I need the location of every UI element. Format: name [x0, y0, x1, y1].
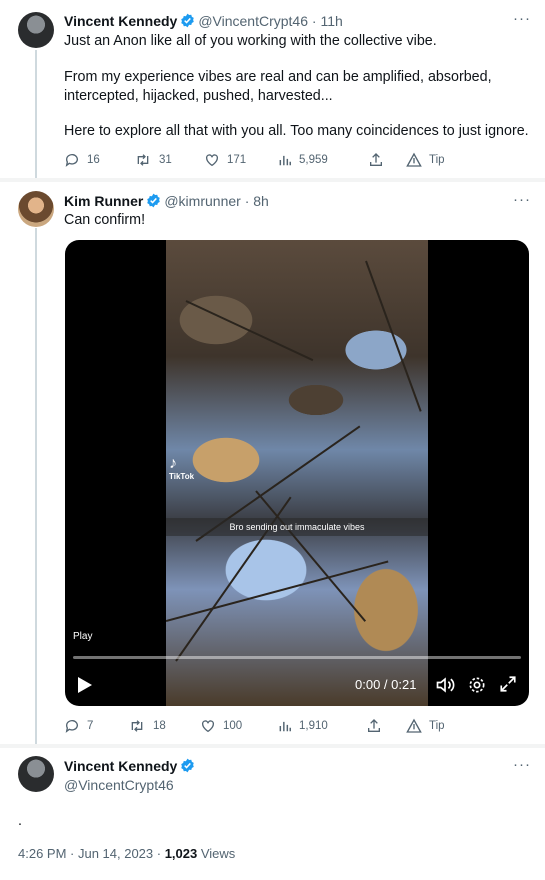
like-button[interactable]: 171 — [204, 152, 246, 168]
author-name[interactable]: Vincent Kennedy — [64, 13, 177, 29]
tweet-header: Kim Runner @kimrunner · 8h — [64, 192, 269, 210]
avatar[interactable] — [18, 756, 54, 792]
tip-button[interactable]: Tip — [406, 152, 445, 168]
reply-count: 16 — [87, 154, 100, 166]
reply-button[interactable]: 16 — [64, 152, 100, 168]
separator-dot: · — [311, 13, 317, 29]
video-caption: Bro sending out immaculate vibes — [166, 518, 428, 536]
retweet-count: 31 — [159, 154, 172, 166]
tweet-time[interactable]: 8h — [253, 193, 269, 209]
tweet-text-line: Just an Anon like all of you working wit… — [64, 33, 437, 49]
play-label: Play — [73, 631, 93, 642]
thread-line — [35, 228, 37, 744]
analytics-icon — [279, 721, 291, 732]
like-count: 171 — [227, 154, 247, 166]
video-progress-bar[interactable] — [73, 656, 521, 659]
tip-icon — [406, 152, 422, 167]
like-count: 100 — [223, 720, 243, 732]
reply-icon — [65, 720, 78, 733]
reply-button[interactable]: 7 — [64, 718, 93, 734]
more-options-icon[interactable]: ··· — [513, 756, 531, 773]
tip-label: Tip — [429, 720, 445, 732]
video-timecode: 0:00 / 0:21 — [355, 677, 417, 692]
tweet-meta: 4:26 PM · Jun 14, 2023 · 1,023 Views — [18, 846, 235, 861]
video-player[interactable]: ♪ TikTok Bro sending out immaculate vibe… — [65, 240, 529, 706]
thread-line — [35, 50, 37, 178]
tiktok-logo-icon: ♪ — [169, 455, 177, 472]
tweet-text-line: Here to explore all that with you all. T… — [64, 123, 529, 139]
author-name[interactable]: Kim Runner — [64, 193, 143, 209]
tip-button[interactable]: Tip — [406, 718, 445, 734]
reply-count: 7 — [87, 720, 94, 732]
tweet-text-line: From my experience vibes are real and ca… — [64, 69, 492, 85]
heart-icon — [202, 720, 214, 733]
video-frame[interactable] — [166, 240, 428, 706]
analytics-icon — [279, 155, 291, 166]
retweet-icon — [137, 154, 149, 166]
views-button[interactable]: 5,959 — [278, 152, 328, 168]
share-icon — [370, 153, 382, 166]
reply-icon — [65, 154, 78, 167]
author-handle[interactable]: @kimrunner — [164, 193, 240, 209]
verified-badge-icon — [181, 758, 195, 773]
author-name[interactable]: Vincent Kennedy — [64, 758, 177, 774]
tweet-header: Vincent Kennedy — [64, 757, 198, 775]
tip-icon — [406, 718, 422, 733]
retweet-count: 18 — [153, 720, 166, 732]
avatar[interactable] — [18, 191, 54, 227]
share-button[interactable] — [366, 718, 382, 734]
settings-gear-icon[interactable] — [467, 675, 487, 695]
tweet-text-line: intercepted, hijacked, pushed, harvested… — [64, 88, 333, 104]
more-options-icon[interactable]: ··· — [513, 10, 531, 27]
views-count: 1,023 — [164, 846, 198, 861]
tweet-3-focused[interactable]: Vincent Kennedy @VincentCrypt46 ··· . 4:… — [0, 748, 545, 880]
verified-badge-icon — [181, 13, 195, 28]
tweet-text: Can confirm! — [64, 212, 146, 228]
volume-icon[interactable] — [435, 675, 455, 695]
tweet-text: . — [18, 813, 22, 829]
more-options-icon[interactable]: ··· — [513, 191, 531, 208]
views-label: Views — [197, 846, 236, 861]
tweet-time[interactable]: 11h — [320, 13, 342, 29]
share-button[interactable] — [368, 152, 384, 168]
views-button[interactable]: 1,910 — [278, 718, 328, 734]
play-icon[interactable] — [77, 676, 93, 694]
views-count: 5,959 — [299, 154, 328, 166]
retweet-button[interactable]: 18 — [128, 718, 166, 734]
tiktok-watermark: ♪ TikTok — [169, 455, 195, 482]
tip-label: Tip — [429, 154, 445, 166]
verified-badge-icon — [147, 193, 161, 208]
views-count: 1,910 — [299, 720, 328, 732]
video-controls: 0:00 / 0:21 — [65, 666, 529, 706]
tweet-timestamp[interactable]: 4:26 PM · Jun 14, 2023 · — [18, 846, 165, 861]
fullscreen-icon[interactable] — [499, 675, 517, 693]
separator-dot: · — [244, 193, 250, 209]
author-handle[interactable]: @VincentCrypt46 — [198, 13, 308, 29]
like-button[interactable]: 100 — [200, 718, 242, 734]
tweet-1[interactable]: Vincent Kennedy @VincentCrypt46 · 11h ···… — [0, 0, 545, 178]
tweet-header: Vincent Kennedy @VincentCrypt46 · 11h — [64, 12, 343, 30]
avatar[interactable] — [18, 12, 54, 48]
tiktok-label: TikTok — [169, 472, 195, 481]
retweet-button[interactable]: 31 — [134, 152, 172, 168]
share-icon — [368, 719, 380, 732]
author-handle[interactable]: @VincentCrypt46 — [64, 776, 174, 794]
heart-icon — [206, 154, 218, 167]
retweet-icon — [131, 720, 143, 732]
